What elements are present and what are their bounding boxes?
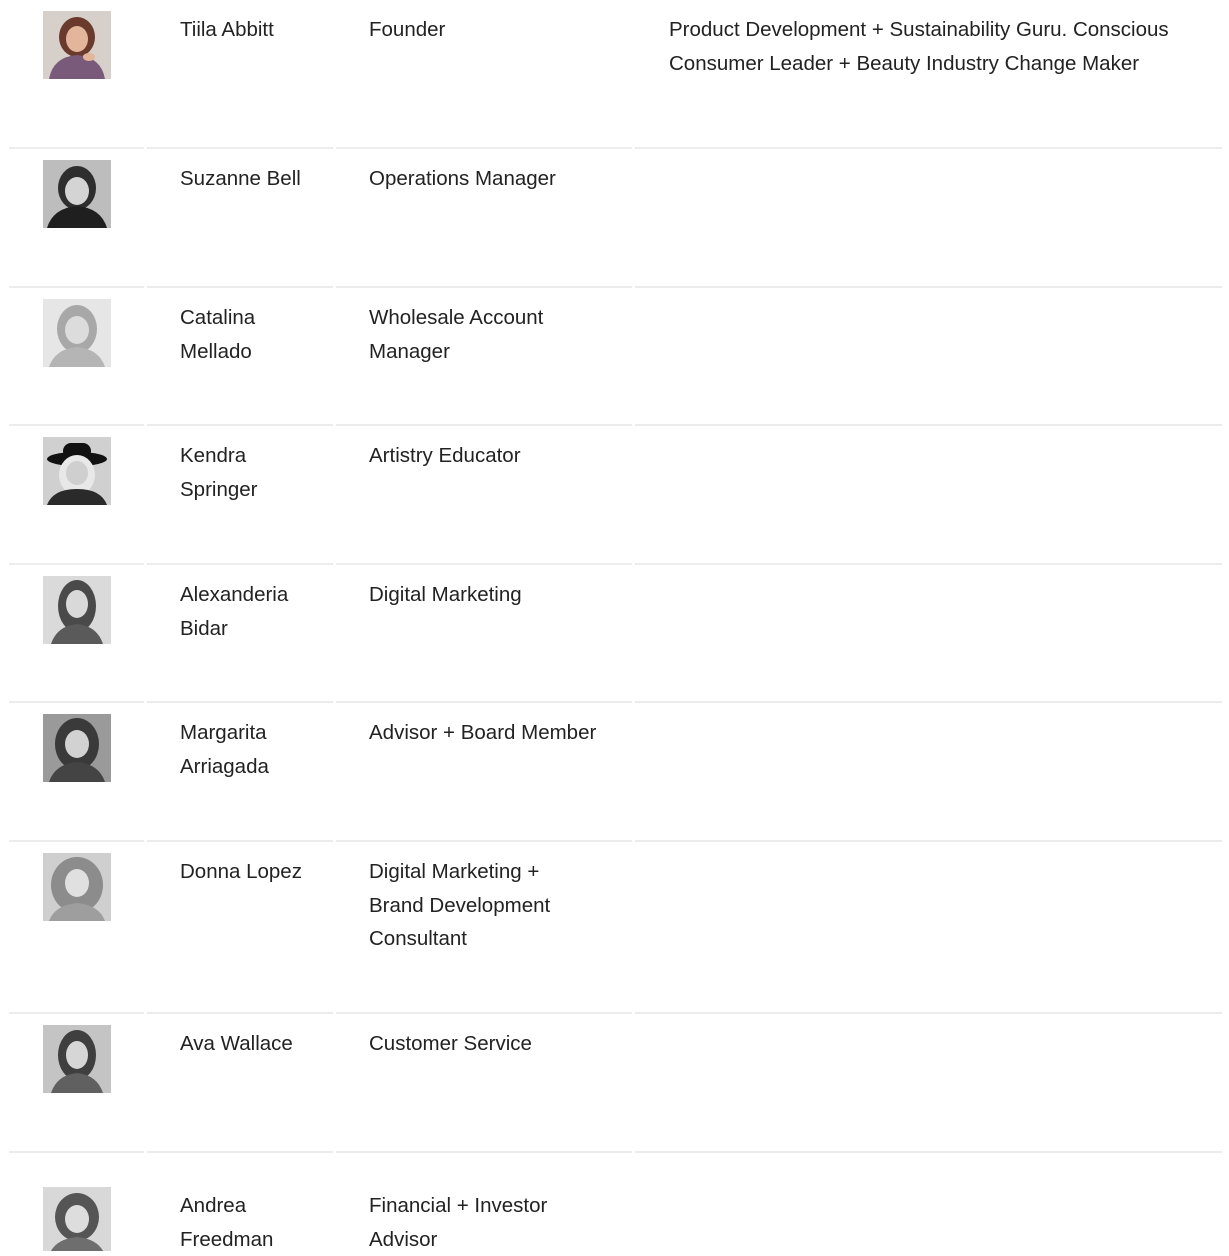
member-role: Customer Service — [369, 1032, 532, 1055]
table-row: Margarita Arriagada Advisor + Board Memb… — [0, 703, 1229, 842]
member-role: Operations Manager — [369, 167, 556, 190]
photo-cell — [43, 576, 111, 644]
table-row: Catalina Mellado Wholesale Account Manag… — [0, 288, 1229, 426]
member-name: Kendra Springer — [180, 444, 258, 501]
photo-cell — [43, 1187, 111, 1251]
avatar — [43, 11, 111, 79]
photo-cell — [43, 714, 111, 782]
photo-cell — [43, 299, 111, 367]
member-name: Ava Wallace — [180, 1032, 293, 1055]
member-role: Digital Marketing — [369, 583, 522, 606]
member-name: Andrea Freedman — [180, 1194, 274, 1251]
avatar — [43, 160, 111, 228]
table-row: Tiila Abbitt Founder Product Development… — [0, 0, 1229, 149]
avatar — [43, 299, 111, 367]
avatar — [43, 437, 111, 505]
table-row: Kendra Springer Artistry Educator — [0, 426, 1229, 565]
member-role: Digital Marketing + Brand Development Co… — [369, 860, 551, 950]
member-role: Financial + Investor Advisor — [369, 1194, 548, 1251]
avatar — [43, 1025, 111, 1093]
avatar — [43, 853, 111, 921]
table-row: Donna Lopez Digital Marketing + Brand De… — [0, 842, 1229, 1014]
table-row: Alexanderia Bidar Digital Marketing — [0, 565, 1229, 703]
member-name: Tiila Abbitt — [180, 18, 274, 41]
member-role: Artistry Educator — [369, 444, 521, 467]
photo-cell — [43, 11, 111, 79]
photo-cell — [43, 853, 111, 921]
avatar — [43, 1187, 111, 1251]
member-name: Alexanderia Bidar — [180, 583, 289, 640]
table-row: Suzanne Bell Operations Manager — [0, 149, 1229, 288]
table-row: Ava Wallace Customer Service — [0, 1014, 1229, 1153]
member-role: Founder — [369, 18, 446, 41]
member-role: Advisor + Board Member — [369, 721, 597, 744]
photo-cell — [43, 160, 111, 228]
member-name: Donna Lopez — [180, 860, 302, 883]
member-role: Wholesale Account Manager — [369, 306, 544, 363]
member-name: Margarita Arriagada — [180, 721, 269, 778]
photo-cell — [43, 1025, 111, 1093]
member-name: Suzanne Bell — [180, 167, 301, 190]
member-bio: Product Development + Sustainability Gur… — [669, 18, 1169, 75]
avatar — [43, 714, 111, 782]
table-row: Andrea Freedman Financial + Investor Adv… — [0, 1153, 1229, 1251]
photo-cell — [43, 437, 111, 505]
avatar — [43, 576, 111, 644]
member-name: Catalina Mellado — [180, 306, 256, 363]
team-table: Tiila Abbitt Founder Product Development… — [0, 0, 1229, 1251]
